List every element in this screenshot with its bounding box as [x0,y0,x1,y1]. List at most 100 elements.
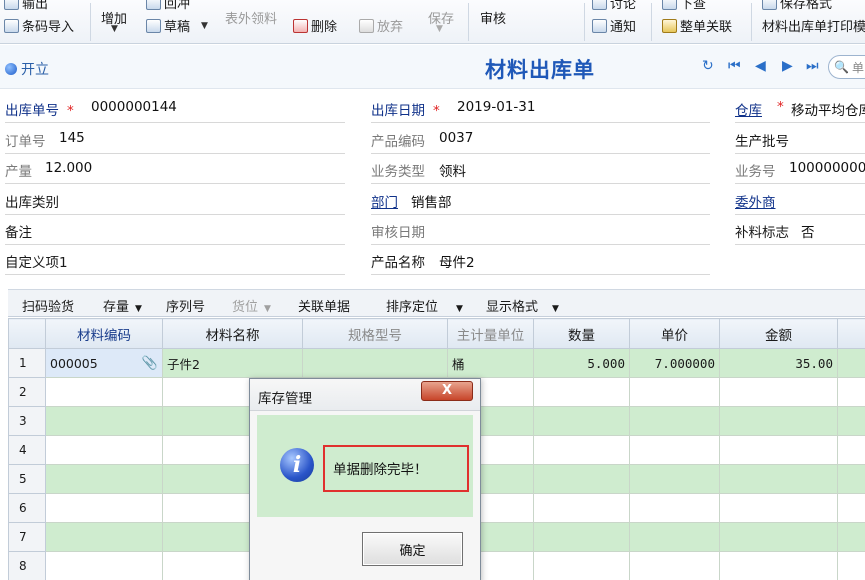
dialog-title-bar[interactable]: 库存管理 X [250,379,480,411]
next-record-icon[interactable]: ▶ [782,58,793,74]
column-header[interactable]: 材料编码 [45,318,163,349]
material-name-cell[interactable]: 子件2 [162,348,303,378]
doc-no-field[interactable]: 出库单号 * 0000000144 [5,97,345,123]
qty-cell[interactable] [533,435,630,465]
amount-cell[interactable] [719,377,838,407]
amount-cell[interactable] [719,551,838,580]
extra-cell[interactable] [837,348,865,378]
paperclip-icon[interactable]: 📎 [142,356,158,371]
review-button[interactable]: 审核 [480,8,506,27]
delete-button[interactable]: 删除 [293,16,337,35]
vendor-field[interactable]: 委外商 [735,189,865,215]
download-button[interactable]: 下查 [662,0,706,12]
ok-button[interactable]: 确定 [362,532,463,566]
barcode-import-button[interactable]: 条码导入 [4,16,74,35]
extra-cell[interactable] [837,493,865,523]
price-cell[interactable] [629,464,720,494]
qty-cell[interactable] [533,493,630,523]
batch-field[interactable]: 生产批号 [735,128,865,154]
column-header[interactable]: 材料名称 [162,318,303,349]
qty-cell[interactable]: 5.000 [533,348,630,378]
extra-cell[interactable] [837,522,865,552]
date-field[interactable]: 出库日期 * 2019-01-31 [371,97,710,123]
amount-cell[interactable] [719,406,838,436]
unit-cell[interactable]: 桶 [447,348,534,378]
close-button[interactable]: X [421,381,473,401]
extra-cell[interactable] [837,406,865,436]
draft-button[interactable]: 草稿 ▼ [146,16,208,35]
product-name-field[interactable]: 产品名称 母件2 [371,249,710,275]
qty-cell[interactable] [533,377,630,407]
last-record-icon[interactable]: ⏭ [806,58,819,74]
location-button[interactable]: 货位 ▼ [232,296,271,315]
material-code-cell[interactable] [45,551,163,580]
qty-cell[interactable] [533,464,630,494]
qty-cell[interactable] [533,551,630,580]
serial-no-button[interactable]: 序列号 [166,296,205,315]
column-header[interactable]: 数量 [533,318,630,349]
discuss-button[interactable]: 讨论 [592,0,636,12]
warehouse-field[interactable]: 仓库 * 移动平均仓库 [735,97,865,123]
extra-cell[interactable] [837,435,865,465]
price-cell[interactable] [629,377,720,407]
save-dropdown-caret[interactable]: ▼ [436,24,443,34]
material-code-cell[interactable] [45,493,163,523]
column-header[interactable]: 规格型号 [302,318,448,349]
out-type-field[interactable]: 出库类别 [5,189,345,215]
add-dropdown-caret[interactable]: ▼ [111,24,118,34]
extra-cell[interactable] [837,551,865,580]
stock-button[interactable]: 存量 ▼ [103,296,142,315]
qty-field[interactable]: 产量 12.000 [5,158,345,184]
sort-locate-button[interactable]: 排序定位 ▼ [386,296,463,315]
first-record-icon[interactable]: ⏮ [728,58,741,74]
dept-field[interactable]: 部门 销售部 [371,189,710,215]
product-code-field[interactable]: 产品编码 0037 [371,128,710,154]
price-cell[interactable] [629,551,720,580]
refresh-icon[interactable]: ↻ [702,58,714,74]
price-cell[interactable] [629,493,720,523]
notify-button[interactable]: 通知 [592,16,636,35]
material-code-cell[interactable] [45,464,163,494]
table-row[interactable]: 1 000005 📎 子件2 桶 5.000 7.000000 35.00 [8,348,865,378]
price-cell[interactable]: 7.000000 [629,348,720,378]
print-template-select[interactable]: 材料出库单打印模 [762,16,865,35]
qty-cell[interactable] [533,522,630,552]
amount-cell[interactable] [719,493,838,523]
extra-cell[interactable] [837,377,865,407]
amount-cell[interactable] [719,522,838,552]
display-format-button[interactable]: 显示格式 ▼ [486,296,559,315]
full-link-button[interactable]: 整单关联 [662,16,732,35]
scan-verify-button[interactable]: 扫码验货 [22,296,74,315]
amount-cell[interactable]: 35.00 [719,348,838,378]
qty-cell[interactable] [533,406,630,436]
material-code-cell[interactable] [45,406,163,436]
price-cell[interactable] [629,435,720,465]
amount-cell[interactable] [719,464,838,494]
search-input[interactable]: 🔍 单 [828,55,865,79]
extra-material-button[interactable]: 表外领料 [225,8,277,27]
previous-record-icon[interactable]: ◀ [755,58,766,74]
biz-no-field[interactable]: 业务号 1000000001 [735,158,865,184]
save-format-button[interactable]: 保存格式 [762,0,832,12]
amount-cell[interactable] [719,435,838,465]
price-cell[interactable] [629,522,720,552]
material-code-cell[interactable] [45,522,163,552]
price-cell[interactable] [629,406,720,436]
column-header[interactable]: 主计量单位 [447,318,534,349]
order-no-field[interactable]: 订单号 145 [5,128,345,154]
supplement-field[interactable]: 补料标志 否 [735,219,865,245]
biz-type-field[interactable]: 业务类型 领料 [371,158,710,184]
extra-cell[interactable] [837,464,865,494]
red-reverse-button[interactable]: 回冲 [146,0,190,12]
material-code-cell[interactable]: 000005 📎 [45,348,163,378]
link-doc-button[interactable]: 关联单据 [298,296,350,315]
review-date-field[interactable]: 审核日期 [371,219,710,245]
material-code-cell[interactable] [45,377,163,407]
note-field[interactable]: 备注 [5,219,345,245]
column-header[interactable]: 单价 [629,318,720,349]
output-button[interactable]: 输出 [4,0,48,12]
material-code-cell[interactable] [45,435,163,465]
custom1-field[interactable]: 自定义项1 [5,249,345,275]
discard-button[interactable]: 放弃 [359,16,403,35]
spec-cell[interactable] [302,348,448,378]
